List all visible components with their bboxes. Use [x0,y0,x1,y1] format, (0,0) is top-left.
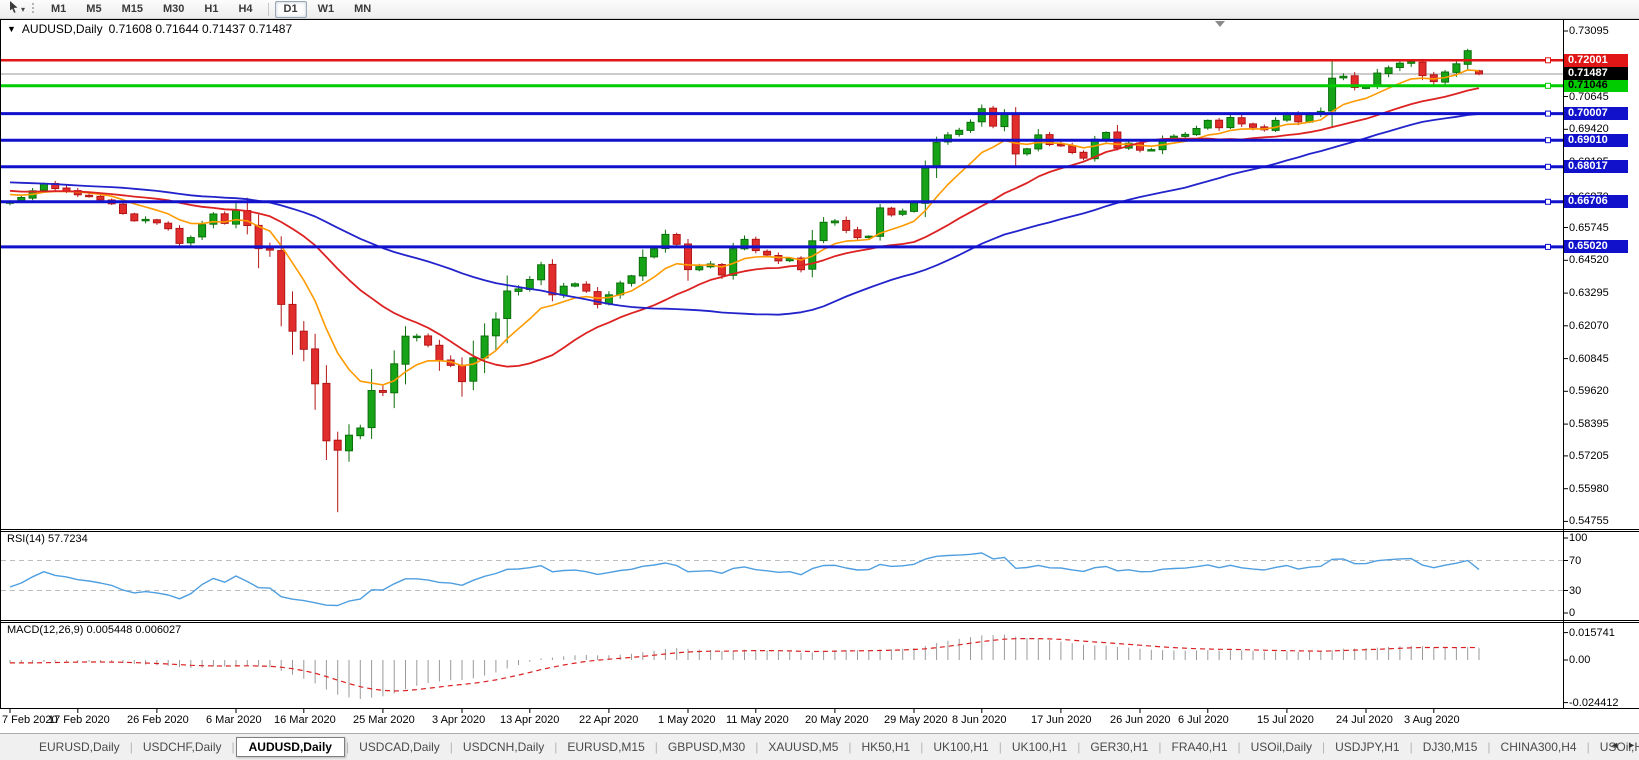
rsi-tick-label: 0 [1569,607,1575,619]
chart-canvas[interactable] [0,19,1639,733]
price-tick-label: 0.63295 [1569,287,1609,299]
timeframe-toolbar: ▾ M1M5M15M30H1H4 D1W1MN [0,0,1639,19]
timeframe-button-m30[interactable]: M30 [154,1,193,18]
tab-eurusd-daily[interactable]: EURUSD,Daily [30,737,129,757]
cursor-icon [7,0,20,18]
rsi-label: RSI(14) 57.7234 [7,533,88,545]
dropdown-caret-icon: ▾ [21,5,25,14]
date-label: 24 Jul 2020 [1336,714,1393,726]
tab-scroll-left-icon[interactable]: ◄ [1610,740,1619,750]
date-label: 3 Aug 2020 [1404,714,1460,726]
timeframe-button-w1[interactable]: W1 [309,1,344,18]
hline-price-badge: 0.70007 [1564,107,1628,120]
tab-china300-h4[interactable]: CHINA300,H4 [1492,737,1586,757]
timeframe-button-m1[interactable]: M1 [42,1,75,18]
price-tick-label: 0.58395 [1569,418,1609,430]
date-label: 8 Jun 2020 [952,714,1006,726]
tab-dj30-m15[interactable]: DJ30,M15 [1414,737,1487,757]
tab-usdjpy-h1[interactable]: USDJPY,H1 [1326,737,1408,757]
tab-xauusd-m5[interactable]: XAUUSD,M5 [759,737,847,757]
timeframe-button-h4[interactable]: H4 [229,1,261,18]
tab-fra40-h1[interactable]: FRA40,H1 [1162,737,1236,757]
current-price-badge: 0.71487 [1564,67,1628,80]
price-tick-label: 0.57205 [1569,450,1609,462]
date-label: 1 May 2020 [658,714,715,726]
timeframe-button-h1[interactable]: H1 [195,1,227,18]
macd-tick-label: 0.00 [1569,654,1590,666]
hline-price-badge: 0.65020 [1564,240,1628,253]
symbol-label: AUDUSD,Daily [22,22,103,36]
tab-uk100-h1[interactable]: UK100,H1 [1003,737,1076,757]
price-tick-label: 0.62070 [1569,320,1609,332]
macd-tick-label: 0.015741 [1569,627,1615,639]
timeframe-button-d1[interactable]: D1 [275,1,307,18]
price-tick-label: 0.54755 [1569,515,1609,527]
tab-ger30-h1[interactable]: GER30,H1 [1081,737,1157,757]
toolbar-separator [268,3,269,16]
tab-gbpusd-m30[interactable]: GBPUSD,M30 [659,737,754,757]
symbol-tabbar: EURUSD,Daily|USDCHF,Daily|AUDUSD,Daily|U… [0,733,1639,760]
ohlc-values: 0.71608 0.71644 0.71437 0.71487 [109,22,293,36]
timeframe-button-m15[interactable]: M15 [113,1,152,18]
date-label: 6 Jul 2020 [1178,714,1229,726]
date-label: 25 Mar 2020 [353,714,415,726]
tab-usdcad-daily[interactable]: USDCAD,Daily [350,737,449,757]
tab-scroll-arrows: ◄ ► [1610,740,1636,750]
macd-tick-label: -0.024412 [1569,697,1619,709]
date-label: 17 Feb 2020 [48,714,110,726]
macd-label: MACD(12,26,9) 0.005448 0.006027 [7,624,181,636]
hline-price-badge: 0.66706 [1564,195,1628,208]
tab-usoil-daily[interactable]: USOil,Daily [1242,737,1321,757]
date-label: 26 Feb 2020 [127,714,189,726]
tab-eurusd-m15[interactable]: EURUSD,M15 [558,737,653,757]
tab-hk50-h1[interactable]: HK50,H1 [853,737,920,757]
date-label: 26 Jun 2020 [1110,714,1171,726]
date-label: 22 Apr 2020 [579,714,638,726]
rsi-tick-label: 70 [1569,555,1581,567]
price-tick-label: 0.70645 [1569,91,1609,103]
tab-usdchf-daily[interactable]: USDCHF,Daily [134,737,231,757]
date-label: 29 May 2020 [884,714,948,726]
tab-scroll-right-icon[interactable]: ► [1627,740,1636,750]
price-tick-label: 0.64520 [1569,254,1609,266]
date-label: 17 Jun 2020 [1031,714,1092,726]
timeframe-button-m5[interactable]: M5 [77,1,110,18]
rsi-tick-label: 30 [1569,585,1581,597]
date-label: 15 Jul 2020 [1257,714,1314,726]
price-tick-label: 0.73095 [1569,25,1609,37]
date-label: 16 Mar 2020 [274,714,336,726]
timeframe-button-mn[interactable]: MN [345,1,380,18]
timeframe-buttons: M1M5M15M30H1H4 D1W1MN [41,1,381,18]
toolbar-grip[interactable] [31,3,36,15]
collapse-icon: ▼ [7,24,16,34]
tab-usdcnh-daily[interactable]: USDCNH,Daily [454,737,553,757]
date-label: 13 Apr 2020 [500,714,559,726]
date-label: 6 Mar 2020 [206,714,262,726]
chart-title: ▼ AUDUSD,Daily 0.71608 0.71644 0.71437 0… [7,22,292,36]
price-tick-label: 0.59620 [1569,385,1609,397]
cursor-tool-button[interactable]: ▾ [4,1,28,17]
tab-audusd-daily-active[interactable]: AUDUSD,Daily [236,737,345,757]
price-tick-label: 0.55980 [1569,483,1609,495]
rsi-tick-label: 100 [1569,532,1587,544]
hline-price-badge: 0.71046 [1564,79,1628,92]
price-tick-label: 0.65745 [1569,222,1609,234]
date-label: 3 Apr 2020 [432,714,485,726]
hline-price-badge: 0.72001 [1564,54,1628,67]
hline-price-badge: 0.69010 [1564,134,1628,147]
date-label: 11 May 2020 [726,714,789,726]
tab-uk100-h1[interactable]: UK100,H1 [924,737,997,757]
date-label: 20 May 2020 [805,714,869,726]
hline-price-badge: 0.68017 [1564,160,1628,173]
price-tick-label: 0.60845 [1569,353,1609,365]
